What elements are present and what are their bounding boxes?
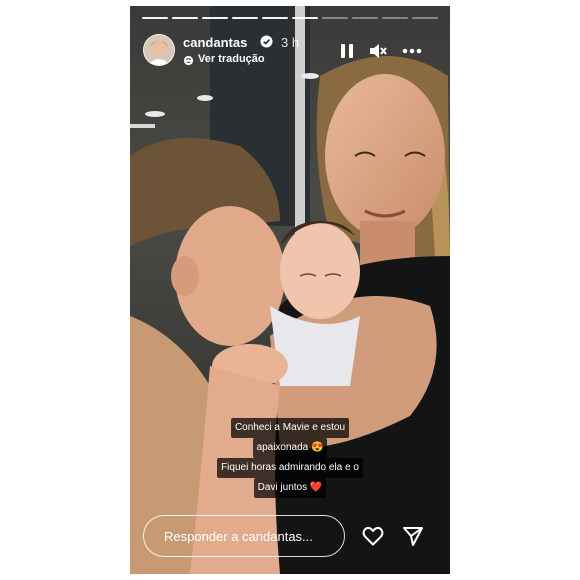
more-options-icon [402,48,422,54]
progress-segment [382,17,408,19]
avatar[interactable] [143,34,175,66]
like-heart-icon[interactable] [361,524,385,548]
reply-placeholder: Responder a candantas... [164,528,313,544]
caption-line: Conheci a Mavie e estou [230,418,350,438]
caption-line: apaixonada 😍 [252,438,328,458]
reply-input[interactable]: Responder a candantas... [143,515,345,557]
pause-button[interactable] [336,40,358,62]
username[interactable]: candantas [183,35,247,50]
progress-segment [232,17,258,19]
muted-speaker-icon [370,44,387,58]
progress-segment [202,17,228,19]
more-options-button[interactable] [401,40,423,62]
progress-segment [352,17,378,19]
progress-segment [142,17,168,19]
story-caption: Conheci a Mavie e estou apaixonada 😍 Fiq… [130,418,450,498]
translate-icon [183,55,194,66]
caption-line: Fiquei horas admirando ela e o [217,458,363,478]
progress-segment [262,17,288,19]
progress-segment [412,17,438,19]
verified-badge-icon [260,35,273,48]
translate-link[interactable]: Ver tradução [198,53,265,65]
send-icon[interactable] [401,524,425,548]
progress-segment [172,17,198,19]
timestamp: 3 h [281,35,300,50]
pause-icon [341,44,353,58]
caption-line: Davi juntos ❤️ [253,478,327,498]
progress-segment [292,17,318,19]
story-viewer[interactable]: candantas 3 h Ver tradução Conheci a Mav… [130,6,450,574]
story-header: candantas 3 h Ver tradução [143,32,438,72]
story-progress-bar [142,17,438,19]
progress-segment [322,17,348,19]
mute-button[interactable] [367,40,389,62]
